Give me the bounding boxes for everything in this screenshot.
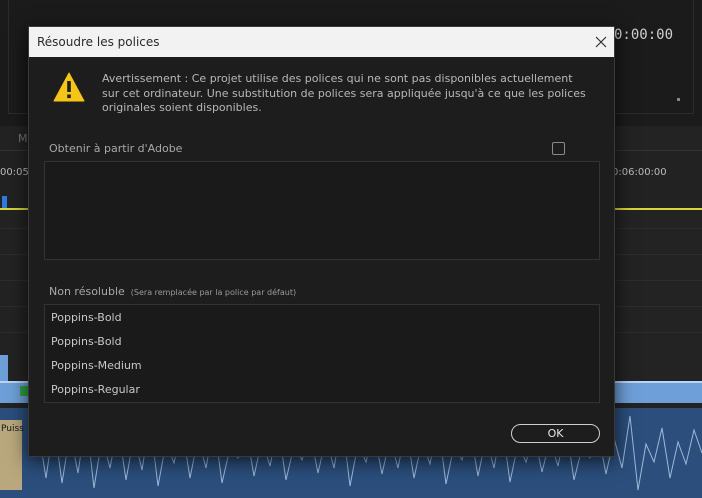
dialog-titlebar[interactable]: Résoudre les polices bbox=[29, 27, 614, 57]
adobe-section-label: Obtenir à partir d'Adobe bbox=[49, 142, 183, 155]
unresolved-section-sublabel: (Sera remplacée par la police par défaut… bbox=[130, 288, 297, 297]
resolve-fonts-dialog: Résoudre les polices Avertissement : Ce … bbox=[28, 26, 615, 457]
list-item[interactable]: Poppins-Bold bbox=[51, 311, 122, 324]
adobe-select-all-checkbox[interactable] bbox=[552, 142, 565, 155]
ruler-timecode-right: 0:06:00:00 bbox=[612, 167, 667, 178]
monitor-timecode: 0:00:00 bbox=[614, 27, 674, 43]
list-item[interactable]: Poppins-Medium bbox=[51, 359, 142, 372]
warning-triangle-icon bbox=[53, 72, 85, 102]
warning-message: Avertissement : Ce projet utilise des po… bbox=[102, 72, 586, 114]
panel-tab-m: M bbox=[18, 132, 28, 145]
audio-clip-label: Puiss bbox=[1, 424, 24, 434]
unresolved-section-header: Non résoluble (Sera remplacée par la poli… bbox=[49, 285, 296, 298]
list-item[interactable]: Poppins-Regular bbox=[51, 383, 140, 396]
playhead-marker bbox=[2, 196, 7, 208]
monitor-settings-dot bbox=[677, 98, 680, 101]
unresolved-section-label: Non résoluble bbox=[49, 285, 125, 298]
ok-button[interactable]: OK bbox=[511, 424, 600, 443]
list-item[interactable]: Poppins-Bold bbox=[51, 335, 122, 348]
adobe-fonts-list[interactable] bbox=[44, 161, 600, 260]
dialog-title: Résoudre les polices bbox=[37, 35, 160, 49]
unresolved-fonts-list[interactable]: Poppins-Bold Poppins-Bold Poppins-Medium… bbox=[44, 304, 600, 403]
close-icon[interactable] bbox=[591, 32, 611, 52]
